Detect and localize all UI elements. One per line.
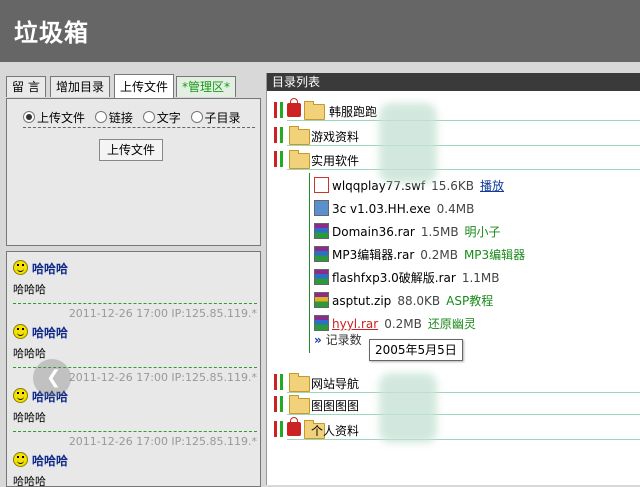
tab-admin[interactable]: *管理区*: [176, 76, 237, 97]
record-count[interactable]: » 记录数: [314, 331, 362, 348]
sort-arrows-icon[interactable]: [271, 102, 285, 120]
folder-row[interactable]: 游戏资料: [267, 126, 640, 146]
sort-arrows-icon[interactable]: [271, 127, 285, 145]
sort-arrows-icon[interactable]: [271, 374, 285, 392]
page-title: 垃圾箱: [14, 19, 89, 47]
folder-icon: [289, 395, 310, 414]
file-row[interactable]: asptut.zip 88.0KB ASP教程: [314, 292, 493, 311]
smiley-icon: [13, 260, 28, 275]
message-item: 哈哈哈 哈哈哈 2011-12-26 17:00 IP:125.85.119.*: [13, 388, 257, 448]
folder-icon: [304, 101, 325, 120]
redaction-blur: [379, 373, 437, 443]
swf-file-icon: [314, 177, 329, 193]
file-row[interactable]: MP3编辑器.rar 0.2MB MP3编辑器: [314, 246, 525, 265]
play-link[interactable]: 播放: [480, 179, 504, 193]
zip-file-icon: [314, 292, 329, 308]
folder-row[interactable]: 韩服跑跑: [267, 98, 640, 121]
radio-subdirectory[interactable]: [190, 111, 203, 123]
file-link[interactable]: hyyl.rar: [332, 317, 378, 331]
left-panel: 留 言 增加目录 上传文件 *管理区* 上传文件 链接 文字 子目录 上传文件 …: [6, 73, 261, 487]
sort-arrows-icon[interactable]: [271, 151, 285, 169]
folder-row[interactable]: 图图图图: [267, 395, 640, 415]
directory-panel: 目录列表 韩服跑跑 游戏资料 实用软件 wlqqplay77.swf 15.6KB…: [266, 73, 640, 485]
lock-icon: [287, 98, 301, 117]
date-tooltip: 2005年5月5日: [369, 339, 463, 361]
folder-row[interactable]: 网站导航: [267, 373, 640, 393]
file-list: wlqqplay77.swf 15.6KB 播放 3c v1.03.HH.exe 0.…: [309, 173, 640, 353]
page-header: 垃圾箱: [0, 0, 640, 62]
tab-add-directory[interactable]: 增加目录: [50, 76, 111, 97]
prev-page-button[interactable]: ❮: [33, 359, 71, 397]
message-item: 哈哈哈 哈哈哈: [13, 452, 69, 487]
smiley-icon: [13, 452, 28, 467]
sort-arrows-icon[interactable]: [271, 421, 285, 439]
message-item: 哈哈哈 哈哈哈 2011-12-26 17:00 IP:125.85.119.*: [13, 260, 257, 320]
file-row[interactable]: Domain36.rar 1.5MB 明小子: [314, 223, 501, 242]
smiley-icon: [13, 324, 28, 339]
folder-icon: [289, 373, 310, 392]
exe-file-icon: [314, 200, 329, 216]
file-row[interactable]: flashfxp3.0破解版.rar 1.1MB: [314, 269, 500, 288]
rar-file-icon: [314, 223, 329, 239]
upload-form: 上传文件 链接 文字 子目录 上传文件: [6, 98, 261, 246]
rar-file-icon: [314, 269, 329, 285]
folder-icon: [289, 126, 310, 145]
tab-upload-file[interactable]: 上传文件: [114, 74, 175, 99]
radio-text[interactable]: [142, 111, 155, 123]
tab-bar: 留 言 增加目录 上传文件 *管理区*: [6, 73, 261, 99]
lock-icon: [287, 417, 301, 436]
file-row[interactable]: 3c v1.03.HH.exe 0.4MB: [314, 200, 474, 219]
rar-file-icon: [314, 246, 329, 262]
rar-file-icon: [314, 315, 329, 331]
tab-messages[interactable]: 留 言: [6, 76, 46, 97]
folder-row[interactable]: 个人资料: [267, 417, 640, 440]
radio-upload-file[interactable]: [23, 111, 35, 123]
folder-row[interactable]: 实用软件: [267, 150, 640, 170]
directory-heading: 目录列表: [267, 73, 640, 91]
upload-type-options: 上传文件 链接 文字 子目录: [23, 109, 255, 128]
double-chevron-icon: »: [314, 333, 322, 347]
redaction-blur: [379, 103, 437, 183]
upload-file-button[interactable]: 上传文件: [99, 139, 164, 161]
chevron-left-icon: ❮: [46, 367, 62, 388]
radio-link[interactable]: [94, 111, 107, 123]
sort-arrows-icon[interactable]: [271, 396, 285, 414]
smiley-icon: [13, 388, 28, 403]
folder-open-icon: [289, 150, 310, 169]
